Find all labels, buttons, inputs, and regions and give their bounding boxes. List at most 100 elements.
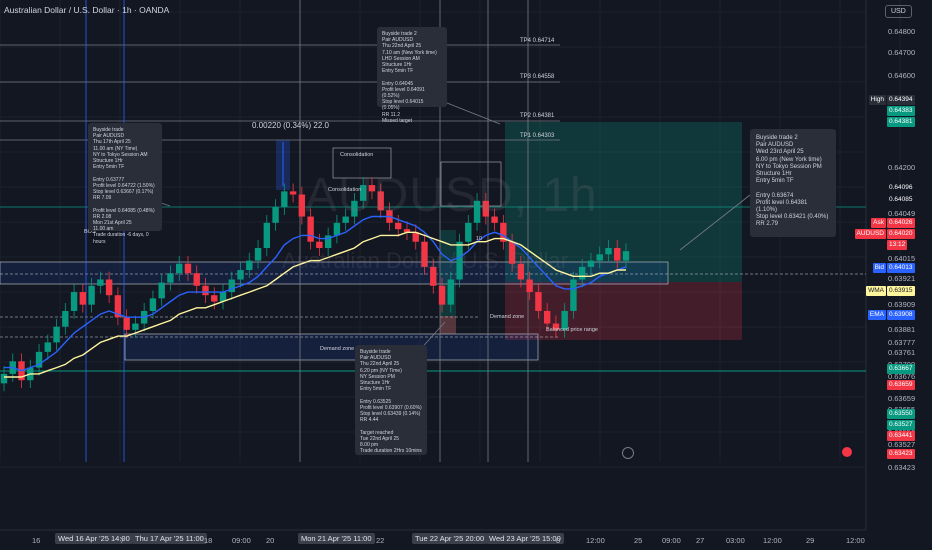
measure-label: 0.00220 (0.34%) 22.0 — [252, 121, 329, 130]
candle-body — [202, 285, 209, 296]
price-axis-label: 0.63777 — [888, 338, 916, 347]
price-axis-label: 0.63659 — [888, 394, 916, 403]
time-axis-label: 18 — [204, 536, 213, 545]
time-axis-label: Thu 17 Apr '25 11:00 — [132, 533, 207, 544]
candle-body — [543, 310, 551, 324]
candle-body — [53, 326, 60, 343]
tp1-label: TP1 0.64303 — [520, 133, 555, 139]
candle-body — [596, 254, 603, 261]
candle-body — [263, 222, 271, 249]
annotation-buyside-1[interactable]: Buyside trade Pair AUDUSD Thu 17th April… — [88, 123, 162, 245]
side-tag-value: 0.63915 — [887, 286, 915, 296]
side-tag-label: Bid — [872, 263, 886, 273]
side-tag-value: 0.64026 — [887, 218, 915, 228]
watermark-symbol: AUDUSD, 1h — [305, 169, 598, 222]
candle-body — [289, 191, 297, 195]
candle-body — [272, 207, 279, 223]
side-tag-label: AUDUSD — [854, 229, 886, 239]
candle-body — [254, 248, 262, 261]
side-tag-value: 0.64020 — [887, 229, 915, 239]
candle-body — [158, 282, 165, 299]
side-tag-value: 0.64013 — [887, 263, 915, 273]
flag-icon[interactable] — [842, 447, 852, 457]
candle-body — [44, 342, 52, 352]
candle-body — [88, 285, 95, 305]
consolidation-label-2: Consolidation — [328, 187, 362, 193]
price-axis-label: 0.64015 — [888, 254, 916, 263]
candle-body — [176, 263, 183, 274]
side-tag-value: 0.63441 — [887, 431, 915, 441]
side-tag-value: 0.64096 — [887, 183, 915, 193]
candle-body — [614, 248, 621, 261]
tp3-label: TP3 0.64558 — [520, 74, 555, 80]
candle-body — [149, 298, 157, 311]
time-axis-label: 20 — [266, 536, 275, 545]
candle-body — [395, 222, 402, 230]
time-axis-label: 25 — [634, 536, 643, 545]
consolidation-label-1: Consolidation — [340, 152, 374, 158]
candle-body — [132, 323, 139, 330]
side-tag-value: 0.63527 — [887, 420, 915, 430]
price-axis-label: 0.63423 — [888, 463, 916, 472]
candle-body — [167, 273, 174, 283]
candle-body — [70, 292, 78, 311]
watermark-name: Australian Dollar / U.S. Dollar — [282, 248, 569, 273]
price-axis-label: 0.63881 — [888, 325, 916, 334]
candle-body — [281, 191, 288, 208]
candle-body — [570, 279, 577, 311]
time-axis-label: 7 — [120, 536, 125, 545]
price-axis-label: 0.63909 — [888, 300, 916, 309]
time-axis-label: 22 — [376, 536, 385, 545]
candle-body — [123, 317, 130, 330]
time-axis-label: 27 — [696, 536, 705, 545]
price-axis-label: 0.63761 — [888, 348, 916, 357]
time-axis-label: 09:00 — [232, 536, 251, 545]
side-tag-value: 0.64383 — [887, 106, 915, 116]
time-axis-label: 16 — [32, 536, 41, 545]
lightning-icon[interactable] — [622, 447, 634, 459]
candle-body — [246, 260, 253, 271]
price-axis-label: 0.63527 — [888, 440, 916, 449]
balanced-range-label: Balanced price range — [546, 327, 598, 333]
candle-body — [97, 279, 104, 286]
price-axis-label: 0.64700 — [888, 48, 916, 57]
side-tag-value: 0.63550 — [887, 409, 915, 419]
candle-body — [79, 292, 87, 305]
time-axis-label: 0 — [556, 536, 561, 545]
demand-zone-label-2: Demand zone — [320, 346, 355, 352]
candle-body — [62, 310, 69, 327]
side-tag-label: Ask — [871, 218, 886, 228]
annotation-buyside-2[interactable]: Buyside trade 2 Pair AUDUSD Thu 22nd Apr… — [377, 27, 447, 124]
side-tag-value: 13:12 — [887, 240, 908, 250]
price-axis-label: 0.64049 — [888, 209, 916, 218]
side-tag-value: 0.64085 — [887, 195, 915, 205]
candle-body — [605, 248, 612, 255]
side-tag-value: 0.63667 — [887, 364, 915, 374]
side-tag-label: High — [868, 95, 886, 105]
tp2-label: TP2 0.64381 — [520, 113, 555, 119]
candle-body — [237, 270, 244, 280]
time-axis-label: 12:00 — [763, 536, 782, 545]
time-axis-label: 03:00 — [726, 536, 745, 545]
side-tag-value: 0.63659 — [887, 380, 915, 390]
candle-body — [333, 222, 341, 236]
annotation-buyside-right[interactable]: Buyside trade 2 Pair AUDUSD Wed 23rd Apr… — [750, 129, 836, 237]
annotation-buyside-3[interactable]: Buyside trade Pair AUDUSD Thu 22nd April… — [355, 345, 427, 455]
stop-zone — [505, 282, 742, 340]
candle-body — [578, 266, 586, 280]
side-tag-label: EMA — [867, 310, 886, 320]
candle-body — [447, 279, 454, 305]
candle-body — [465, 222, 472, 242]
side-tag-value: 0.64381 — [887, 117, 915, 127]
currency-button[interactable]: USD — [885, 5, 912, 18]
time-axis-label: 12:00 — [586, 536, 605, 545]
candle-body — [526, 279, 533, 293]
time-axis-label: 29 — [806, 536, 815, 545]
time-axis-label: Tue 22 Apr '25 20:00 — [412, 533, 488, 544]
candle-body — [587, 260, 595, 267]
side-tag-label: WMA — [866, 286, 886, 296]
side-tag-value: 0.63423 — [887, 449, 915, 459]
chart-canvas[interactable] — [0, 0, 932, 550]
time-axis-label: 12:00 — [846, 536, 865, 545]
candle-body — [622, 251, 630, 261]
